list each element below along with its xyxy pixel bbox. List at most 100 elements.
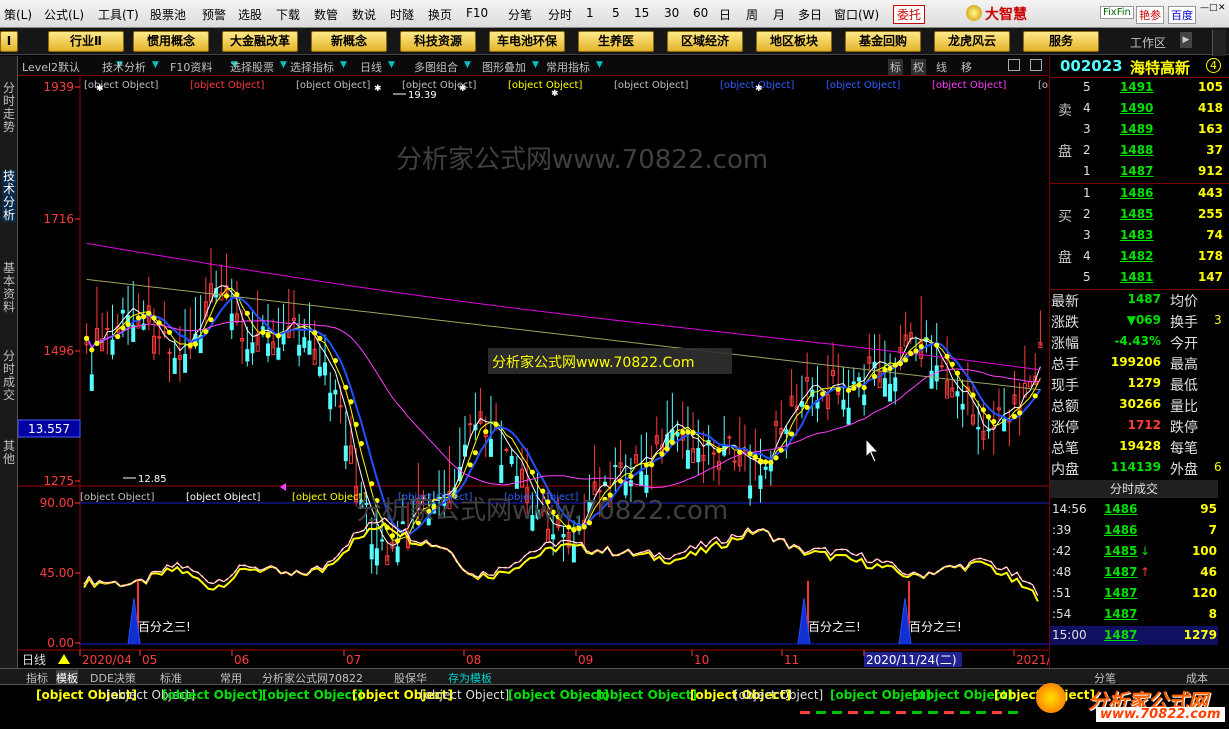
buy-label: 买 — [1058, 209, 1072, 225]
subbar-item[interactable]: 图形叠加 — [482, 59, 526, 75]
menu-item[interactable]: 60 — [693, 6, 708, 20]
minimize-icon[interactable]: — — [1200, 3, 1209, 13]
sector-button[interactable]: 服务 — [1023, 31, 1099, 52]
workarea-label[interactable]: 工作区 — [1130, 34, 1166, 51]
menu-item[interactable]: 策(L) — [4, 6, 32, 23]
expand-icon[interactable] — [1030, 59, 1042, 71]
menu-item[interactable]: 时隧 — [390, 6, 414, 23]
subbar-toggle[interactable]: 移 — [959, 59, 974, 75]
sector-button[interactable]: 科技资源 — [400, 31, 476, 52]
site-logo-url: www.70822.com — [1096, 707, 1225, 722]
menu-item[interactable]: 数管 — [314, 6, 338, 23]
tick-volume: 120 — [1191, 586, 1217, 600]
subbar-item[interactable]: 选择指标 — [290, 59, 334, 75]
quote-value: -4.43% — [1114, 334, 1161, 348]
menu-item[interactable]: 股票池 — [150, 6, 186, 23]
sector-button[interactable]: 地区板块 — [756, 31, 832, 52]
buy-price[interactable]: 1485 — [1120, 207, 1153, 221]
subbar-item[interactable]: F10资料 — [170, 59, 212, 75]
sector-button[interactable]: 基金回购 — [845, 31, 921, 52]
left-tab[interactable]: 其他 — [2, 440, 16, 466]
subbar-item[interactable]: 常用指标 — [546, 59, 590, 75]
menu-item[interactable]: 工具(T) — [98, 6, 139, 23]
sector-button[interactable]: 行业Ⅱ — [48, 31, 124, 52]
left-tab[interactable]: 基本资料 — [2, 262, 16, 314]
dropdown-arrow-icon[interactable]: ▼ — [532, 60, 539, 70]
menu-item[interactable]: 日 — [719, 6, 731, 23]
ticks-title[interactable]: 分时成交 — [1050, 480, 1218, 498]
sector-button[interactable]: 龙虎风云 — [934, 31, 1010, 52]
legend-item: [object Object] — [826, 80, 900, 91]
sector-button[interactable]: 新概念 — [311, 31, 387, 52]
sell-price[interactable]: 1488 — [1120, 143, 1153, 157]
sector-button[interactable]: 惯用概念 — [133, 31, 209, 52]
subbar-item[interactable]: 选择股票 — [230, 59, 274, 75]
candle-body — [763, 466, 768, 470]
menu-item[interactable]: 公式(L) — [44, 6, 84, 23]
sell-price[interactable]: 1487 — [1120, 164, 1153, 178]
menu-item[interactable]: 多日 — [798, 6, 822, 23]
sector-button[interactable]: 生养医 — [578, 31, 654, 52]
menu-item[interactable]: 5 — [612, 6, 620, 20]
menu-item[interactable]: 分时 — [548, 6, 572, 23]
buy-price[interactable]: 1481 — [1120, 270, 1153, 284]
dropdown-arrow-icon[interactable]: ▼ — [388, 60, 395, 70]
sell-label-2: 盘 — [1058, 144, 1072, 160]
menu-item[interactable]: 月 — [773, 6, 785, 23]
sell-price[interactable]: 1489 — [1120, 122, 1153, 136]
menu-item[interactable]: 选股 — [238, 6, 262, 23]
baidu-link[interactable]: 百度 — [1168, 6, 1196, 24]
subbar-toggle[interactable]: 权 — [911, 59, 926, 75]
signal-dot — [747, 451, 753, 457]
sell-volume: 418 — [1197, 101, 1223, 115]
menu-item[interactable]: F10 — [466, 6, 488, 20]
buy-price[interactable]: 1482 — [1120, 249, 1153, 263]
quote-label: 涨跌 — [1051, 315, 1079, 331]
subbar-item[interactable]: 技术分析 — [102, 59, 146, 75]
sector-button[interactable]: 区域经济 — [667, 31, 743, 52]
layout-icon[interactable] — [1008, 59, 1020, 71]
menu-item[interactable]: 分笔 — [508, 6, 532, 23]
sector-button[interactable]: 车电池环保 — [489, 31, 565, 52]
left-tab[interactable]: 分时成交 — [2, 350, 16, 402]
menu-item[interactable]: 数说 — [352, 6, 376, 23]
toolbar-first-button[interactable]: I — [0, 31, 18, 52]
subbar-item[interactable]: 多图组合 — [414, 59, 458, 75]
subbar-item[interactable]: 日线 — [360, 59, 382, 75]
menu-item[interactable]: 1 — [586, 6, 594, 20]
left-tab[interactable]: 分时走势 — [2, 82, 16, 134]
quote-label: 涨停 — [1051, 420, 1079, 436]
subbar-item[interactable]: Level2默认 — [22, 59, 80, 75]
chart-subtoolbar: Level2默认 ▼ 技术分析 ▼ F10资料 ▼ 选择股票 ▼ 选择指标 ▼ 日线 ▼ 多图组合 ▼ 图形… — [18, 56, 1048, 76]
subbar-toggle[interactable]: 线 — [934, 59, 949, 75]
signal-dot — [234, 291, 240, 298]
sell-price[interactable]: 1490 — [1120, 101, 1153, 115]
entrust-button[interactable]: 委托 — [893, 5, 926, 24]
maximize-icon[interactable]: □ — [1209, 3, 1218, 13]
fixfin-link[interactable]: FixFin — [1100, 6, 1134, 19]
menu-item[interactable]: 下载 — [276, 6, 300, 23]
dropdown-arrow-icon[interactable]: ▼ — [280, 60, 287, 70]
dropdown-arrow-icon[interactable]: ▼ — [464, 60, 471, 70]
menu-item[interactable]: 窗口(W) — [834, 6, 879, 23]
menu-item[interactable]: 预警 — [202, 6, 226, 23]
subbar-toggle[interactable]: 标 — [888, 59, 903, 75]
buy-price[interactable]: 1483 — [1120, 228, 1153, 242]
menu-item[interactable]: 周 — [746, 6, 758, 23]
left-tab[interactable]: 技术分析 — [2, 170, 16, 222]
sell-price[interactable]: 1491 — [1120, 80, 1153, 94]
chart-area[interactable]: 1939 1716 1496 1275 13.557 [object Object] [ob… — [18, 76, 1049, 668]
menu-item[interactable]: 30 — [664, 6, 679, 20]
sector-button[interactable]: 大金融改革 — [222, 31, 298, 52]
sell-level: 3 — [1083, 122, 1091, 136]
dropdown-arrow-icon[interactable]: ▼ — [152, 60, 159, 70]
dropdown-arrow-icon[interactable]: ▼ — [340, 60, 347, 70]
menu-item[interactable]: 换页 — [428, 6, 452, 23]
buy-price[interactable]: 1486 — [1120, 186, 1153, 200]
dropdown-arrow-icon[interactable]: ▼ — [596, 60, 603, 70]
signal-dot — [94, 340, 100, 346]
menu-item[interactable]: 15 — [634, 6, 649, 20]
workarea-arrow-icon[interactable]: ▶ — [1180, 32, 1192, 48]
close-icon[interactable]: ✕ — [1218, 3, 1226, 13]
shortcut-link[interactable]: 艳参 — [1136, 6, 1164, 24]
